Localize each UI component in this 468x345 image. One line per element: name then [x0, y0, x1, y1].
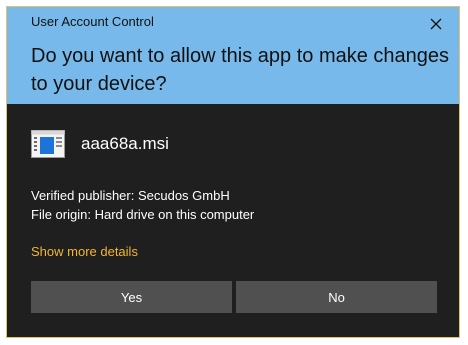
no-button[interactable]: No [236, 281, 437, 313]
installer-file-icon [31, 130, 65, 158]
dialog-title: User Account Control [31, 14, 154, 29]
dialog-question: Do you want to allow this app to make ch… [31, 45, 450, 95]
dialog-header: User Account Control Do you want to allo… [7, 7, 459, 104]
verified-publisher: Verified publisher: Secudos GmbH [31, 188, 230, 203]
file-origin: File origin: Hard drive on this computer [31, 207, 255, 222]
show-more-details-link[interactable]: Show more details [31, 244, 138, 259]
publisher-info: Verified publisher: Secudos GmbH File or… [31, 186, 254, 224]
uac-dialog: User Account Control Do you want to allo… [6, 6, 460, 338]
close-icon [430, 18, 442, 30]
app-info-row: aaa68a.msi [31, 128, 169, 160]
close-button[interactable] [423, 11, 449, 37]
app-name: aaa68a.msi [81, 134, 169, 153]
yes-button[interactable]: Yes [31, 281, 232, 313]
